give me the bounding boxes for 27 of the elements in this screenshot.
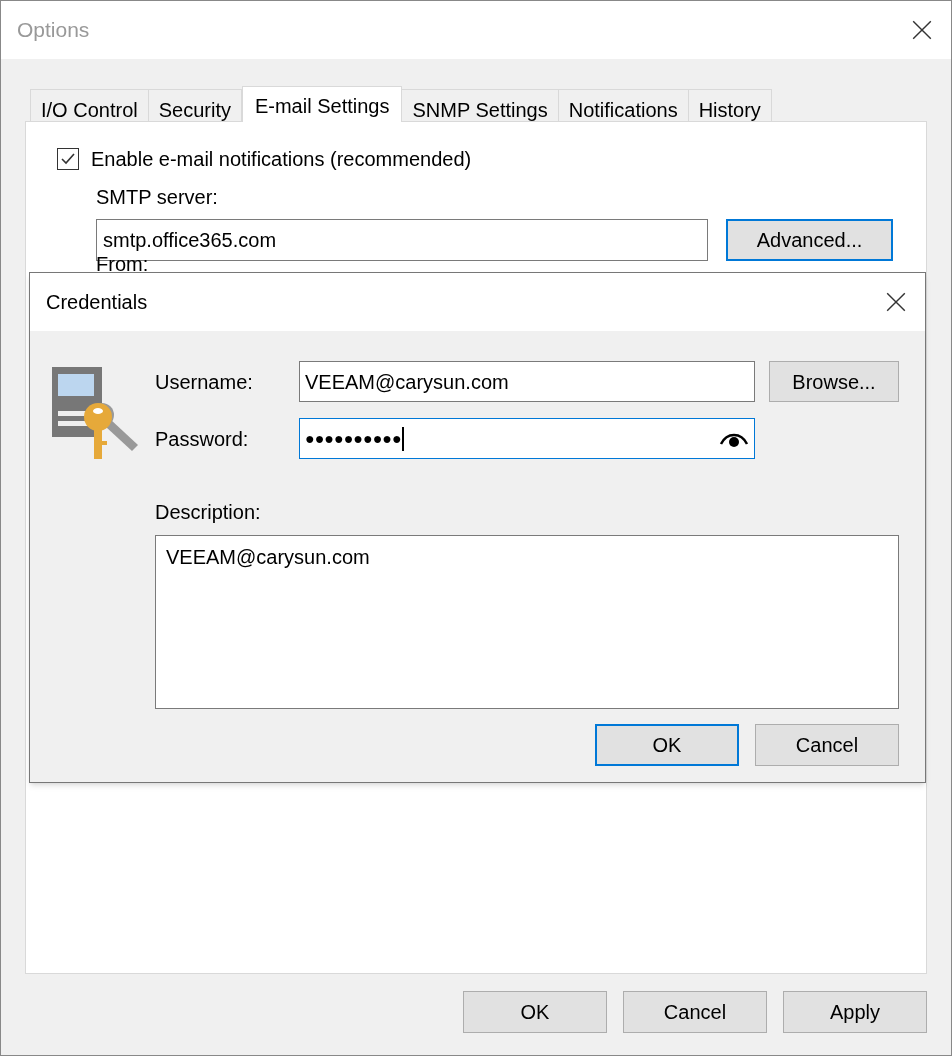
- advanced-button[interactable]: Advanced...: [726, 219, 893, 261]
- password-field[interactable]: ●●●●●●●●●●: [299, 418, 755, 459]
- field-label: Username:: [155, 369, 254, 395]
- dialog-button[interactable]: Cancel: [755, 724, 899, 766]
- tab[interactable]: E-mail Settings: [241, 86, 403, 122]
- dialog-button[interactable]: Apply: [783, 991, 927, 1033]
- password-value: ●●●●●●●●●●: [305, 428, 402, 449]
- tab[interactable]: SNMP Settings: [401, 89, 559, 121]
- dialog-button[interactable]: OK: [595, 724, 739, 766]
- dialog-button[interactable]: Cancel: [623, 991, 767, 1033]
- close-icon[interactable]: [885, 291, 907, 313]
- checkmark-icon: [60, 151, 76, 167]
- field-label: Description:: [155, 500, 262, 525]
- browse-button[interactable]: Browse...: [769, 361, 899, 402]
- field-label: SMTP server:: [96, 185, 219, 210]
- description-field[interactable]: VEEAM@carysun.com: [155, 535, 899, 709]
- tab[interactable]: I/O Control: [30, 89, 149, 121]
- dialog-button[interactable]: OK: [463, 991, 607, 1033]
- dialog-title: Credentials: [46, 290, 148, 315]
- window-title: Options: [17, 17, 90, 44]
- checkbox[interactable]: [57, 148, 79, 170]
- input-field[interactable]: VEEAM@carysun.com: [299, 361, 755, 402]
- checkbox-label: Enable e-mail notifications (recommended): [91, 147, 472, 172]
- tab[interactable]: History: [687, 89, 772, 121]
- field-label: Password:: [155, 426, 250, 452]
- tab[interactable]: Security: [147, 89, 242, 121]
- close-icon[interactable]: [911, 19, 933, 41]
